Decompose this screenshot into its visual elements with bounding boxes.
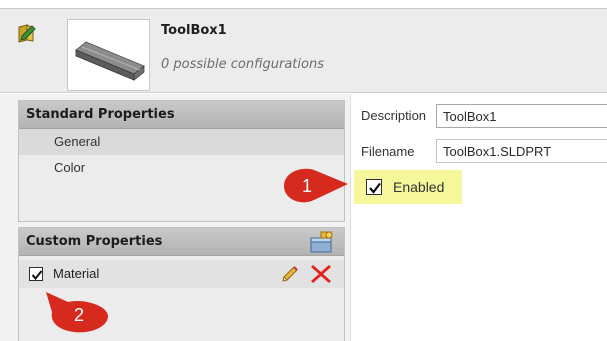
configurations-count: 0 possible configurations: [161, 57, 324, 72]
filename-label: Filename: [361, 144, 415, 159]
part-thumbnail: [67, 19, 150, 91]
part-header: ToolBox1 0 possible configurations: [0, 9, 607, 93]
material-checkbox[interactable]: [29, 267, 43, 281]
material-label: Material: [53, 266, 100, 281]
callout-1-marker: 1: [284, 168, 348, 203]
part-title: ToolBox1: [161, 23, 227, 38]
window-top-edge: [0, 0, 607, 9]
enabled-label: Enabled: [393, 179, 445, 195]
enabled-highlight: Enabled: [354, 170, 462, 204]
enabled-checkbox[interactable]: [366, 179, 382, 195]
properties-detail-pane: Description ToolBox1 Filename ToolBox1.S…: [350, 94, 607, 341]
callout-1-number: 1: [302, 176, 312, 196]
description-input[interactable]: ToolBox1: [436, 104, 607, 128]
callout-2-number: 2: [74, 305, 84, 325]
standard-properties-heading: Standard Properties: [19, 101, 344, 129]
description-label: Description: [361, 108, 427, 123]
custom-properties-heading: Custom Properties: [19, 228, 344, 256]
add-property-icon[interactable]: [309, 230, 335, 254]
custom-property-row-material[interactable]: Material: [19, 260, 344, 288]
filename-field: ToolBox1.SLDPRT: [436, 139, 607, 163]
delete-x-icon[interactable]: [309, 262, 333, 286]
standard-item-general[interactable]: General: [19, 129, 344, 155]
pencil-icon[interactable]: [279, 263, 301, 285]
callout-2-marker: 2: [46, 292, 108, 333]
edit-part-icon[interactable]: [16, 22, 38, 44]
